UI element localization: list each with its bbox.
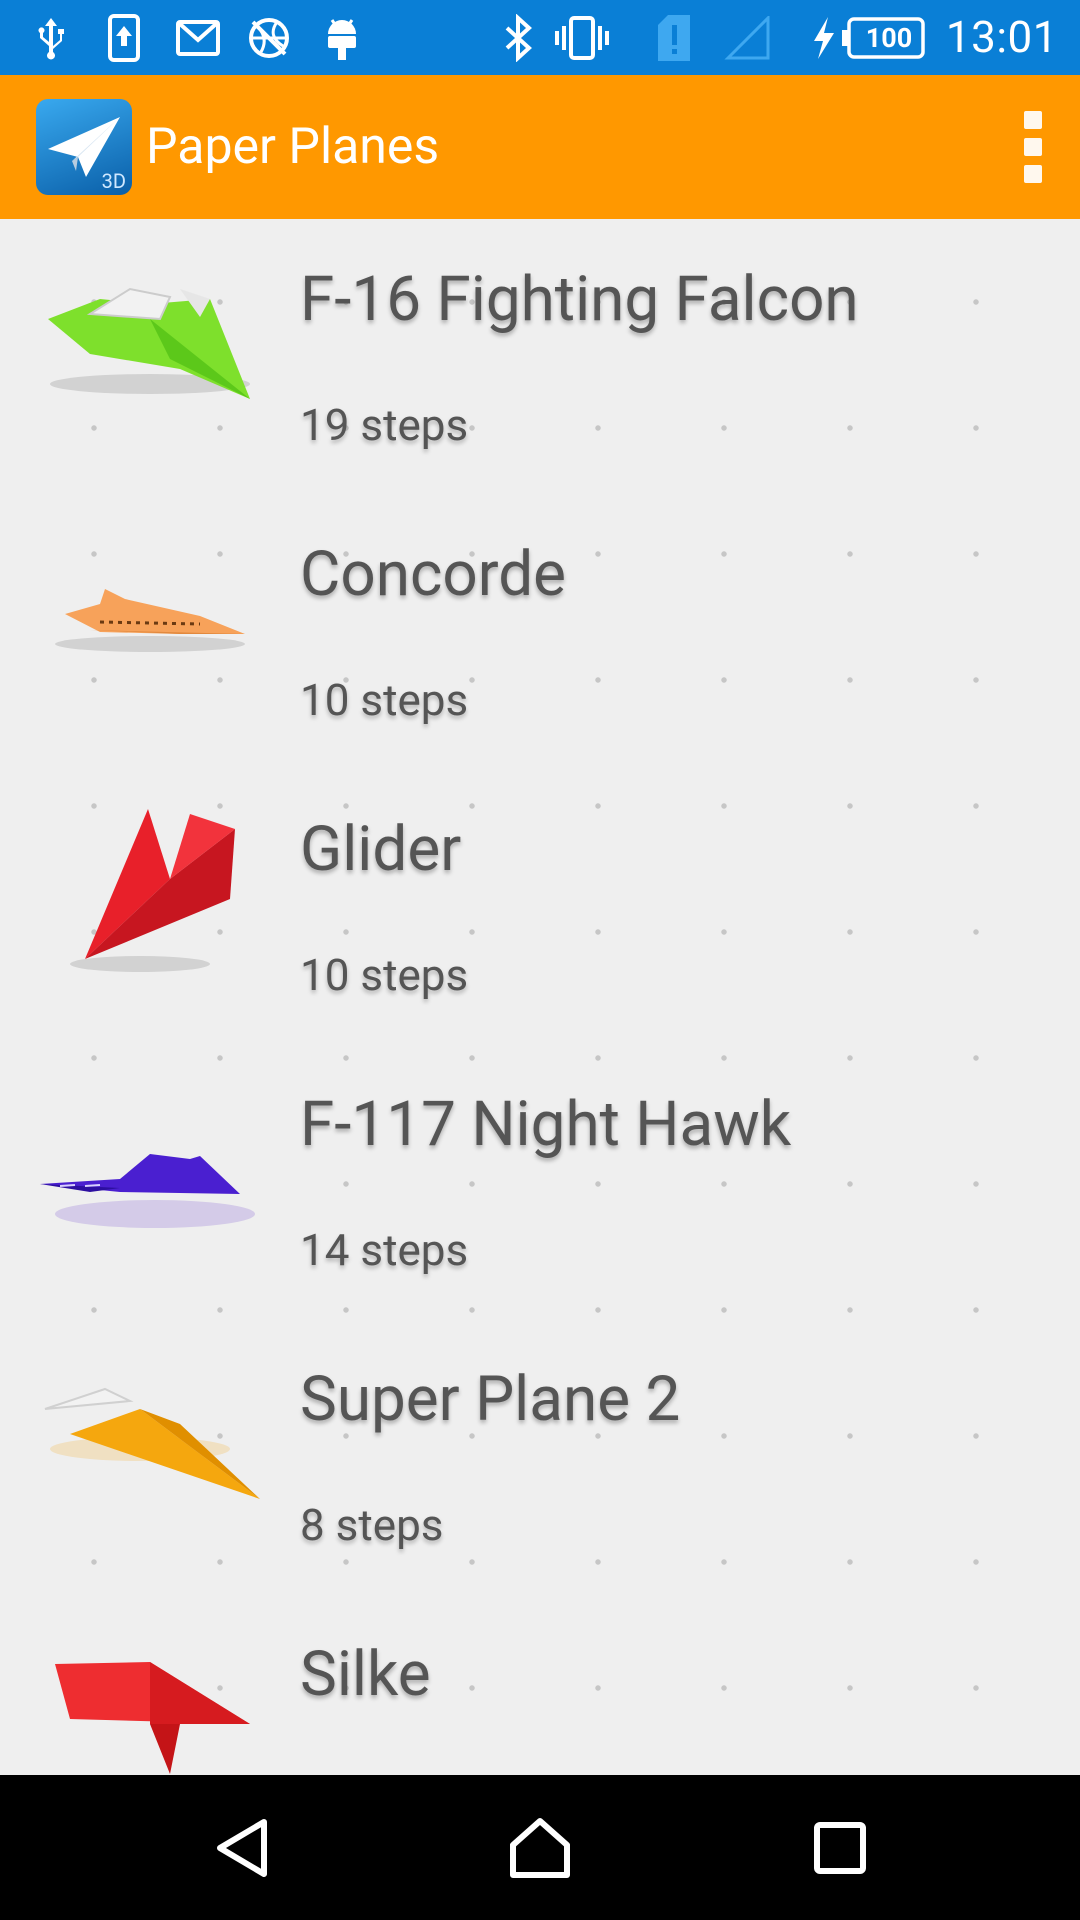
recents-square-icon	[814, 1821, 866, 1874]
no-signal-icon	[724, 0, 770, 75]
plane-steps: 14 steps	[300, 1224, 469, 1276]
logo-badge: 3D	[101, 169, 126, 193]
plane-list[interactable]: F-16 Fighting Falcon 19 steps Concorde 1…	[0, 219, 1080, 1775]
home-icon	[510, 1817, 570, 1878]
battery-level: 100	[865, 21, 913, 54]
back-button[interactable]	[172, 1775, 312, 1920]
glider-plane-icon	[30, 769, 260, 979]
plane-steps: 10 steps	[300, 674, 469, 726]
sim-alert-icon	[656, 0, 692, 75]
nighthawk-plane-icon	[30, 1084, 260, 1234]
silke-plane-icon	[30, 1634, 260, 1775]
recents-button[interactable]	[770, 1775, 910, 1920]
bluetooth-icon	[503, 0, 533, 75]
paper-plane-logo-icon[interactable]: 3D	[36, 99, 132, 195]
android-debug-icon	[324, 0, 360, 75]
list-item-silke[interactable]: Silke	[0, 1594, 1080, 1775]
upload-icon	[107, 0, 141, 75]
list-item-glider[interactable]: Glider 10 steps	[0, 769, 1080, 1044]
app-bar: 3D Paper Planes	[0, 75, 1080, 219]
dot-icon	[1024, 111, 1042, 129]
plane-name: Super Plane 2	[300, 1363, 681, 1436]
plane-name: Glider	[300, 813, 462, 886]
app-title: Paper Planes	[146, 118, 440, 176]
plane-steps: 8 steps	[300, 1499, 444, 1551]
vpn-globe-icon	[247, 0, 291, 75]
plane-steps: 19 steps	[300, 399, 469, 451]
plane-name: Concorde	[300, 538, 567, 611]
concorde-plane-icon	[30, 534, 260, 684]
vibrate-icon	[554, 0, 610, 75]
status-clock: 13:01	[945, 11, 1058, 63]
f16-plane-icon	[30, 259, 260, 409]
usb-icon	[34, 0, 68, 75]
list-item-superplane2[interactable]: Super Plane 2 8 steps	[0, 1319, 1080, 1594]
plane-name: F-117 Night Hawk	[300, 1088, 792, 1161]
gmail-icon	[176, 0, 220, 75]
list-item-f117[interactable]: F-117 Night Hawk 14 steps	[0, 1044, 1080, 1319]
battery-icon: 100	[840, 0, 926, 75]
charging-icon	[810, 0, 836, 75]
dot-icon	[1024, 165, 1042, 183]
superplane-plane-icon	[30, 1339, 260, 1519]
navigation-bar	[0, 1775, 1080, 1920]
back-triangle-icon	[217, 1818, 267, 1877]
plane-name: F-16 Fighting Falcon	[300, 263, 859, 336]
dot-icon	[1024, 138, 1042, 156]
home-button[interactable]	[470, 1775, 610, 1920]
list-item-concorde[interactable]: Concorde 10 steps	[0, 494, 1080, 769]
status-bar: 100 13:01	[0, 0, 1080, 75]
list-item-f16[interactable]: F-16 Fighting Falcon 19 steps	[0, 219, 1080, 494]
overflow-menu-button[interactable]	[1008, 99, 1058, 195]
plane-steps: 10 steps	[300, 949, 469, 1001]
plane-name: Silke	[300, 1638, 431, 1711]
